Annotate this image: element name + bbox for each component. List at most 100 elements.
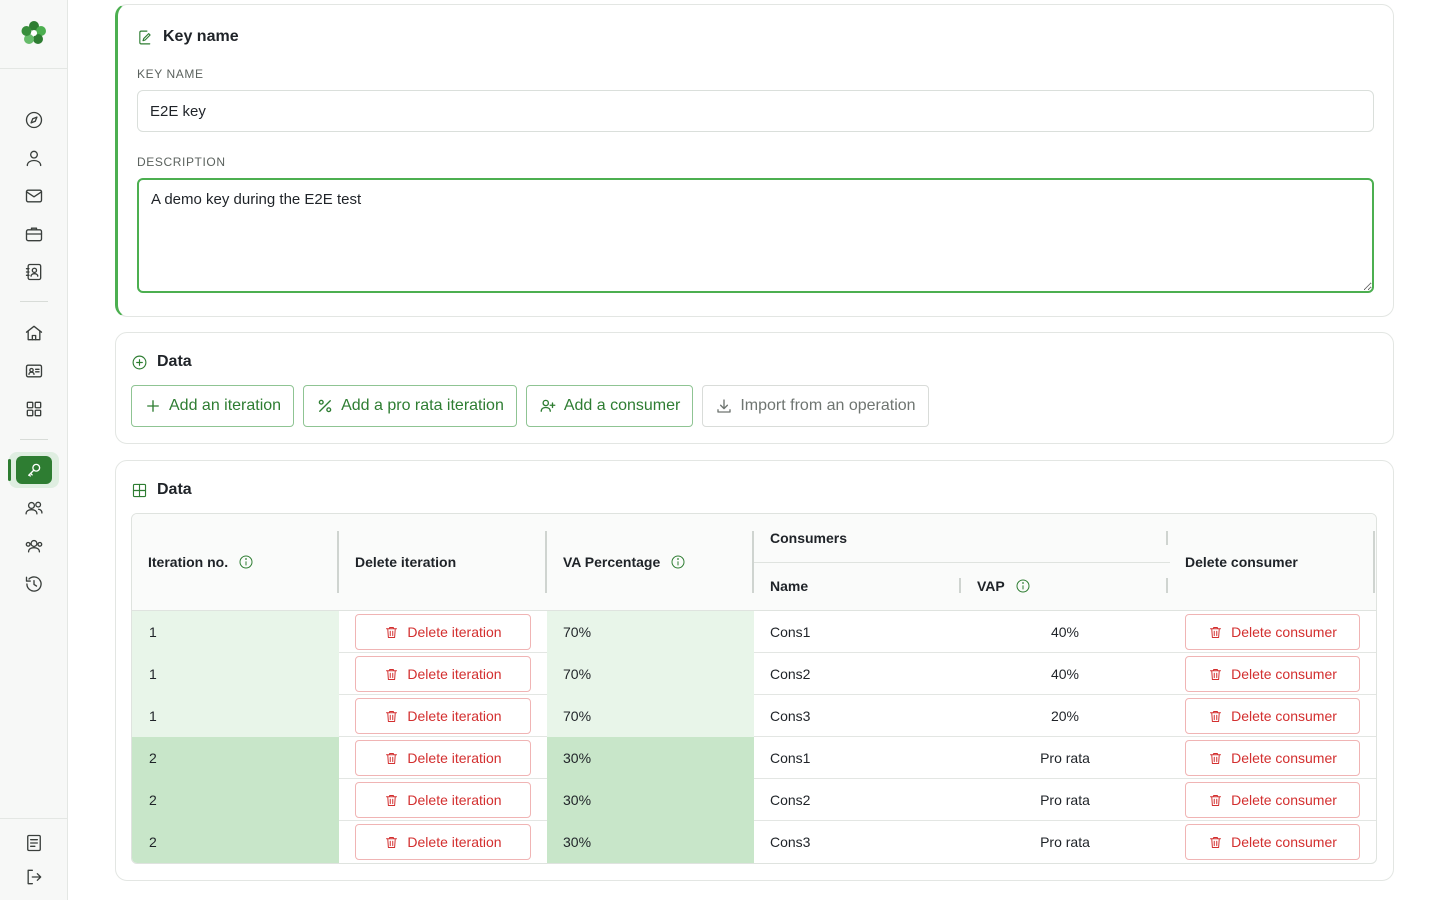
key-name-card-title: Key name — [137, 28, 239, 46]
add-iteration-button[interactable]: Add an iteration — [131, 385, 295, 427]
cell-iteration-no: 2 — [132, 821, 339, 863]
trash-icon — [386, 752, 398, 764]
history-icon[interactable] — [23, 573, 45, 595]
column-separator[interactable] — [545, 531, 547, 593]
home-icon[interactable] — [23, 322, 45, 344]
header-consumers-group: Consumers — [770, 530, 848, 546]
trash-icon — [1210, 836, 1222, 848]
column-separator[interactable] — [959, 578, 961, 593]
column-separator[interactable] — [1166, 578, 1168, 593]
delete-consumer-button[interactable]: Delete consumer — [1185, 656, 1360, 692]
cell-consumer-name: Cons2 — [770, 666, 811, 682]
key-name-input[interactable] — [137, 90, 1374, 132]
delete-consumer-button[interactable]: Delete consumer — [1185, 740, 1360, 776]
key-name-label: KEY NAME — [137, 67, 204, 81]
delete-consumer-button[interactable]: Delete consumer — [1185, 782, 1360, 818]
contact-card-icon[interactable] — [23, 261, 45, 283]
cell-vap: 40% — [1050, 666, 1080, 682]
trash-icon — [386, 710, 398, 722]
cell-va-percentage: 30% — [547, 737, 754, 779]
delete-consumer-label: Delete consumer — [1231, 666, 1337, 682]
info-icon[interactable] — [238, 554, 254, 570]
delete-iteration-button[interactable]: Delete iteration — [355, 782, 531, 818]
delete-consumer-button[interactable]: Delete consumer — [1185, 698, 1360, 734]
table-row: 2 Delete iteration 30% Cons3 Pro rata De… — [132, 821, 1376, 863]
action-buttons: Add an iteration Add a pro rata iteratio… — [131, 385, 929, 427]
delete-iteration-button[interactable]: Delete iteration — [355, 656, 531, 692]
cell-vap: Pro rata — [1040, 750, 1090, 766]
cell-va-percentage: 30% — [547, 821, 754, 863]
cell-consumer-name: Cons3 — [770, 708, 811, 724]
header-name: Name — [770, 578, 809, 594]
import-from-operation-button[interactable]: Import from an operation — [702, 385, 929, 427]
cell-iteration-no: 1 — [132, 611, 339, 653]
users-icon[interactable] — [23, 497, 45, 519]
data-table-card: Data Iteration no. Delete iteration VA P… — [115, 460, 1394, 881]
trash-icon — [1210, 752, 1222, 764]
consumers-table: Iteration no. Delete iteration VA Percen… — [131, 513, 1377, 864]
table-icon — [132, 483, 147, 497]
key-icon[interactable] — [16, 456, 52, 484]
sidebar — [0, 0, 68, 900]
logout-icon[interactable] — [23, 866, 45, 888]
cell-vap: 20% — [1050, 708, 1080, 724]
download-icon — [717, 399, 732, 413]
clover-logo[interactable] — [18, 17, 50, 49]
column-separator[interactable] — [1166, 531, 1168, 545]
info-icon[interactable] — [1015, 578, 1031, 594]
trash-icon — [386, 836, 398, 848]
plus-icon — [147, 400, 159, 412]
info-icon[interactable] — [670, 554, 686, 570]
delete-consumer-label: Delete consumer — [1231, 708, 1337, 724]
table-row: 2 Delete iteration 30% Cons2 Pro rata De… — [132, 779, 1376, 821]
delete-iteration-label: Delete iteration — [407, 750, 502, 766]
sidebar-divider — [0, 818, 68, 819]
delete-iteration-button[interactable]: Delete iteration — [355, 740, 531, 776]
grid-icon[interactable] — [23, 398, 45, 420]
id-card-icon[interactable] — [23, 360, 45, 382]
delete-iteration-button[interactable]: Delete iteration — [355, 824, 531, 860]
cell-iteration-no: 1 — [132, 695, 339, 737]
document-icon[interactable] — [23, 832, 45, 854]
delete-iteration-button[interactable]: Delete iteration — [355, 698, 531, 734]
edit-icon — [139, 30, 151, 44]
column-separator[interactable] — [1373, 531, 1375, 593]
user-icon[interactable] — [23, 147, 45, 169]
delete-iteration-button[interactable]: Delete iteration — [355, 614, 531, 650]
add-consumer-button[interactable]: Add a consumer — [525, 385, 694, 427]
table-row: 2 Delete iteration 30% Cons1 Pro rata De… — [132, 737, 1376, 779]
trash-icon — [1210, 668, 1222, 680]
delete-iteration-label: Delete iteration — [407, 834, 502, 850]
briefcase-icon[interactable] — [23, 223, 45, 245]
user-plus-icon — [540, 399, 556, 412]
delete-consumer-label: Delete consumer — [1231, 792, 1337, 808]
table-header: Iteration no. Delete iteration VA Percen… — [132, 514, 1376, 611]
delete-consumer-button[interactable]: Delete consumer — [1185, 614, 1360, 650]
add-pro-rata-iteration-label: Add a pro rata iteration — [341, 397, 504, 414]
delete-consumer-button[interactable]: Delete consumer — [1185, 824, 1360, 860]
delete-iteration-label: Delete iteration — [407, 708, 502, 724]
plus-circle-icon — [132, 355, 147, 369]
table-row: 1 Delete iteration 70% Cons1 40% Delete … — [132, 611, 1376, 653]
key-name-card-title-text: Key name — [163, 28, 239, 45]
sidebar-divider — [20, 439, 48, 440]
delete-consumer-label: Delete consumer — [1231, 750, 1337, 766]
add-pro-rata-iteration-button[interactable]: Add a pro rata iteration — [303, 385, 517, 427]
trash-icon — [386, 668, 398, 680]
group-icon[interactable] — [23, 535, 45, 557]
description-textarea[interactable]: A demo key during the E2E test — [137, 178, 1374, 293]
column-separator[interactable] — [337, 531, 339, 593]
cell-consumer-name: Cons2 — [770, 792, 811, 808]
import-from-operation-label: Import from an operation — [740, 397, 916, 414]
add-consumer-label: Add a consumer — [563, 397, 681, 414]
cell-va-percentage: 70% — [547, 653, 754, 695]
compass-icon[interactable] — [23, 109, 45, 131]
table-row: 1 Delete iteration 70% Cons2 40% Delete … — [132, 653, 1376, 695]
add-iteration-label: Add an iteration — [169, 397, 282, 414]
mail-icon[interactable] — [23, 185, 45, 207]
sidebar-divider — [0, 68, 68, 69]
cell-va-percentage: 70% — [547, 611, 754, 653]
trash-icon — [1210, 794, 1222, 806]
header-iteration-no: Iteration no. — [148, 554, 254, 570]
trash-icon — [386, 794, 398, 806]
